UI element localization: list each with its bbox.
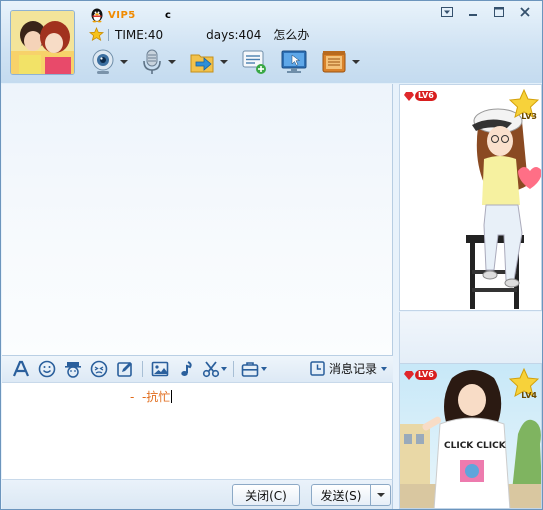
toolbar-divider — [233, 361, 234, 377]
input-toolbar: 消息记录 — [2, 355, 393, 383]
days-text: days:404 — [206, 27, 262, 42]
close-window-button[interactable]: 关闭(C) — [232, 484, 300, 506]
star-level-badge: LV4 — [508, 367, 540, 400]
send-options-button[interactable] — [370, 484, 391, 506]
send-image-button[interactable] — [147, 358, 173, 380]
chevron-down-icon — [120, 60, 128, 64]
text-caret — [171, 390, 173, 403]
shirt-text: CLICK CLICK — [444, 441, 507, 451]
send-button[interactable]: 发送(S) — [311, 484, 371, 506]
maximize-button[interactable] — [486, 3, 512, 21]
close-icon — [520, 7, 530, 17]
chat-toolbar — [87, 45, 369, 79]
menu-button[interactable] — [434, 3, 460, 21]
maximize-icon — [494, 7, 504, 17]
group-message-icon — [242, 50, 266, 74]
toolbar-divider — [142, 361, 143, 377]
music-button[interactable] — [173, 358, 199, 380]
menu-icon — [441, 7, 453, 17]
vip-badge[interactable]: VIP5 — [89, 7, 136, 23]
emoji-button[interactable] — [34, 358, 60, 380]
chevron-down-icon — [376, 493, 385, 497]
message-display-area[interactable] — [2, 84, 393, 355]
webcam-icon — [92, 49, 114, 74]
contact-show-panel[interactable]: LV6 LV3 — [399, 84, 542, 311]
chat-header: VIP5 c TIME:40 days:404 怎么办 — [1, 1, 542, 83]
microphone-icon — [143, 49, 161, 74]
chat-window: VIP5 c TIME:40 days:404 怎么办 消息记录 - -抗忙 关… — [0, 0, 543, 510]
contact-avatar[interactable] — [10, 10, 75, 75]
toolbox-button[interactable] — [238, 358, 270, 380]
window-controls — [434, 3, 538, 21]
time-text: TIME:40 — [115, 27, 164, 42]
vip-level-tag: LV6 — [404, 91, 437, 101]
music-icon — [181, 361, 192, 376]
screenshot-button[interactable] — [199, 358, 229, 380]
chevron-down-icon — [381, 366, 387, 371]
scrawl-button[interactable] — [112, 358, 138, 380]
voice-call-button[interactable] — [137, 45, 179, 79]
self-show-panel[interactable]: CLICK CLICK LV6 LV4 — [399, 363, 542, 509]
send-file-button[interactable] — [185, 45, 231, 79]
diamond-icon — [404, 91, 414, 101]
close-button[interactable] — [512, 3, 538, 21]
group-message-button[interactable] — [237, 45, 271, 79]
app-box-icon — [322, 51, 346, 73]
font-icon — [12, 360, 30, 377]
contact-name: c — [165, 10, 171, 21]
screenshot-icon — [202, 361, 219, 378]
diamond-icon — [404, 370, 414, 380]
toolbox-icon — [241, 362, 259, 377]
vip-level-label: VIP5 — [108, 9, 136, 21]
chevron-down-icon — [168, 60, 176, 64]
star-level-badge: LV3 — [508, 88, 540, 121]
minimize-button[interactable] — [460, 3, 486, 21]
image-icon — [151, 361, 169, 377]
video-call-button[interactable] — [87, 45, 131, 79]
show-panel-spacer — [399, 312, 542, 363]
remote-desktop-icon — [281, 50, 307, 73]
chevron-down-icon — [220, 367, 227, 371]
message-history-label: 消息记录 — [328, 362, 377, 376]
minimize-icon — [469, 14, 477, 16]
shake-button[interactable] — [86, 358, 112, 380]
action-bar: 关闭(C) 发送(S) — [2, 479, 393, 509]
message-input[interactable]: - -抗忙 — [2, 383, 393, 479]
magic-face-button[interactable] — [60, 358, 86, 380]
penguin-icon — [91, 8, 103, 23]
emoji-icon — [38, 360, 56, 378]
chevron-down-icon — [220, 60, 228, 64]
scrawl-icon — [117, 362, 132, 377]
mood-text: 怎么办 — [273, 28, 310, 42]
chevron-down-icon — [352, 60, 360, 64]
contact-signature-row: TIME:40 days:404 怎么办 — [89, 26, 309, 43]
font-button[interactable] — [8, 358, 34, 380]
message-history-button[interactable]: 消息记录 — [310, 360, 387, 377]
remote-assist-button[interactable] — [277, 45, 311, 79]
history-icon — [310, 361, 325, 376]
divider — [108, 28, 109, 41]
star-icon[interactable] — [89, 27, 104, 42]
shake-icon — [90, 360, 108, 378]
app-box-button[interactable] — [317, 45, 363, 79]
message-input-text: - -抗忙 — [130, 390, 173, 404]
chevron-down-icon — [261, 367, 267, 371]
vip-level-tag: LV6 — [404, 370, 437, 380]
magic-face-icon — [65, 362, 81, 378]
send-file-icon — [190, 54, 214, 73]
